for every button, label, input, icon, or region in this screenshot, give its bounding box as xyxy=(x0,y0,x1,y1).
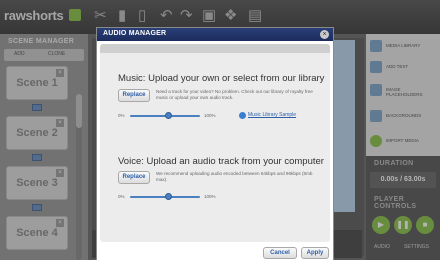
voice-volume-min: 0% xyxy=(118,194,125,199)
voice-volume-handle[interactable] xyxy=(165,193,172,200)
music-volume-max: 100% xyxy=(204,113,216,118)
voice-volume-row: 0% 100% xyxy=(118,193,318,201)
voice-heading: Voice: Upload an audio track from your c… xyxy=(118,156,324,167)
music-library-icon xyxy=(239,112,246,119)
replace-voice-button[interactable]: Replace xyxy=(118,171,150,184)
voice-volume-max: 100% xyxy=(204,194,216,199)
cancel-button[interactable]: Cancel xyxy=(263,247,297,259)
music-volume-min: 0% xyxy=(118,113,125,118)
music-volume-row: 0% 100% Music Library Sample xyxy=(118,112,318,120)
apply-button[interactable]: Apply xyxy=(301,247,329,259)
dialog-body: Music: Upload your own or select from ou… xyxy=(100,44,330,242)
music-heading: Music: Upload your own or select from ou… xyxy=(118,73,325,84)
replace-music-button[interactable]: Replace xyxy=(118,89,150,102)
dialog-title: AUDIO MANAGER xyxy=(103,30,167,37)
close-icon[interactable]: × xyxy=(320,30,329,39)
voice-description: We recommend uploading audio encoded bet… xyxy=(156,171,313,182)
dialog-band xyxy=(100,44,330,53)
dialog-header: AUDIO MANAGER × xyxy=(97,28,333,41)
music-library-link[interactable]: Music Library Sample xyxy=(248,112,296,118)
music-description: Need a track for your video? No problem.… xyxy=(156,89,313,100)
audio-manager-dialog: AUDIO MANAGER × Music: Upload your own o… xyxy=(96,27,334,260)
music-volume-handle[interactable] xyxy=(165,112,172,119)
